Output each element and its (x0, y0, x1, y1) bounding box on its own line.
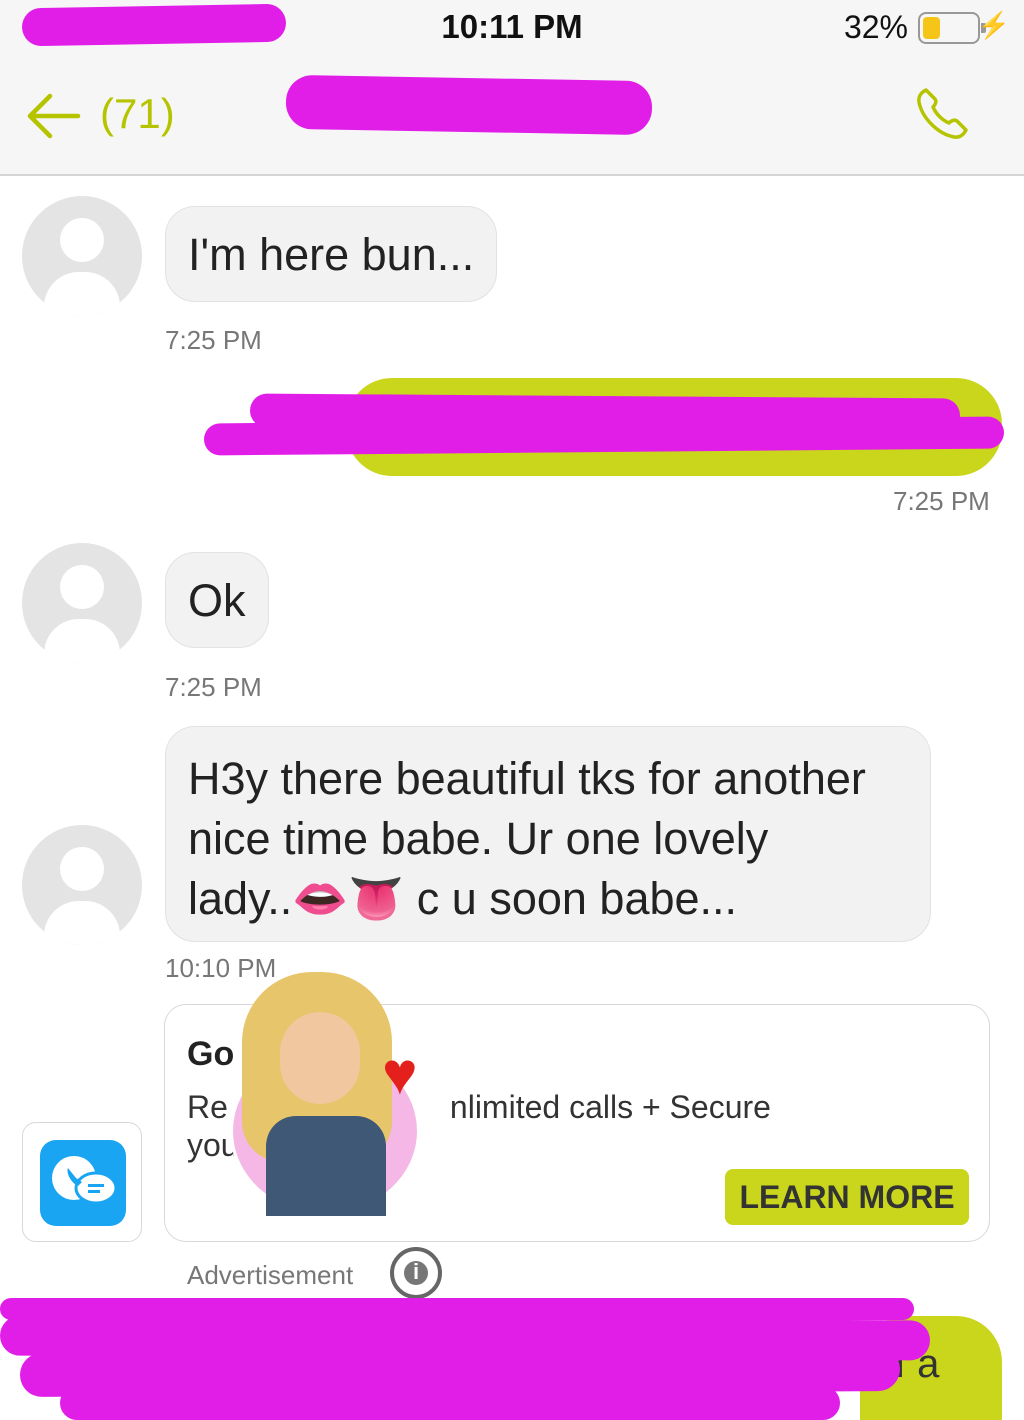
battery-percent: 32% (843, 9, 908, 45)
message-text-line: lady..👄👅 c u soon babe... (188, 873, 738, 924)
lips-emoji: 👄 (292, 873, 349, 924)
chat-bubble-phone-icon (40, 1140, 126, 1226)
message-bubble[interactable]: H3y there beautiful tks for another nice… (165, 726, 931, 942)
back-arrow-icon[interactable] (24, 86, 84, 146)
message-time: 7:25 PM (165, 325, 262, 355)
ad-app-icon[interactable] (22, 1122, 142, 1242)
avatar[interactable] (22, 196, 142, 316)
message-text: I'm here bun... (188, 229, 475, 280)
message-bubble[interactable]: I'm here bun... (165, 206, 497, 302)
message-bubble[interactable]: Ok (165, 552, 269, 648)
battery-icon (918, 12, 986, 44)
unread-count[interactable]: (71) (100, 90, 175, 138)
ad-info-icon[interactable]: i (390, 1247, 442, 1299)
message-time: 7:25 PM (893, 486, 990, 516)
message-redaction (60, 1386, 840, 1420)
bitmoji-sticker[interactable]: ♥ (230, 966, 460, 1226)
message-time: 7:25 PM (165, 672, 262, 702)
tongue-emoji: 👅 (348, 873, 405, 924)
contact-name-redaction (285, 74, 653, 136)
status-bar: 10:11 PM 32% ⚡ (0, 0, 1024, 56)
charging-bolt-icon: ⚡ (977, 10, 1010, 40)
message-text-line: H3y there beautiful tks for another (188, 753, 866, 804)
ad-title: Go (187, 1035, 235, 1073)
advertisement-label: Advertisement (187, 1260, 354, 1290)
message-text-line: nice time babe. Ur one lovely (188, 813, 769, 864)
conversation-header: (71) (0, 56, 1024, 176)
avatar[interactable] (22, 543, 142, 663)
message-redaction (249, 393, 961, 433)
phone-icon[interactable] (912, 84, 972, 144)
heart-icon: ♥ (382, 1040, 418, 1107)
learn-more-button[interactable]: LEARN MORE (725, 1169, 969, 1225)
avatar[interactable] (22, 825, 142, 945)
message-text: Ok (188, 575, 246, 626)
